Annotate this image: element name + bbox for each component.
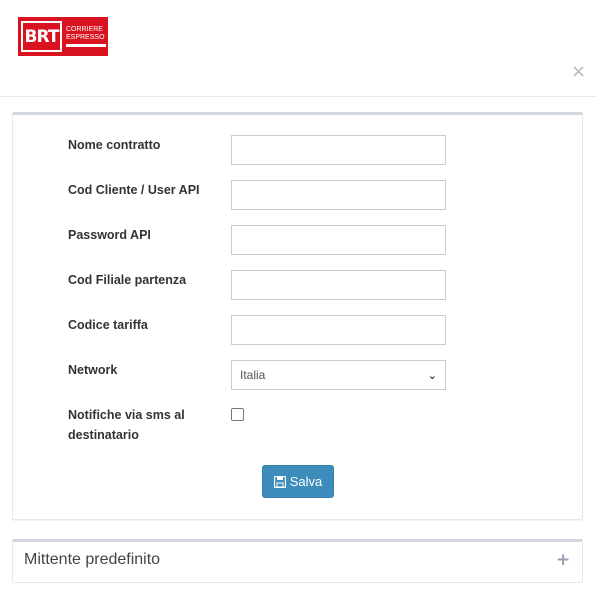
save-button[interactable]: Salva xyxy=(262,465,334,498)
expand-plus-icon[interactable]: + xyxy=(556,550,570,570)
brt-logo: BRT CORRIERE ESPRESSO xyxy=(18,17,108,56)
sender-panel[interactable]: Mittente predefinito + xyxy=(12,539,583,583)
sms-notification-checkbox[interactable] xyxy=(231,408,244,421)
label-cod-filiale: Cod Filiale partenza xyxy=(68,273,187,287)
cod-cliente-input[interactable] xyxy=(231,180,446,210)
nome-contratto-input[interactable] xyxy=(231,135,446,165)
sender-panel-title: Mittente predefinito xyxy=(24,551,161,568)
logo-text: CORRIERE ESPRESSO xyxy=(66,26,106,47)
label-cod-cliente: Cod Cliente / User API xyxy=(68,183,200,197)
label-notifiche-sms: Notifiche via sms al destinatario xyxy=(68,408,185,442)
floppy-disk-icon xyxy=(273,475,286,488)
codice-tariffa-input[interactable] xyxy=(231,315,446,345)
close-icon[interactable]: × xyxy=(571,61,586,82)
modal-header: BRT CORRIERE ESPRESSO × xyxy=(0,0,596,97)
logo-mark: BRT xyxy=(21,21,62,52)
network-selected-value: Italia xyxy=(240,368,266,382)
label-codice-tariffa: Codice tariffa xyxy=(68,318,148,332)
logo-line-1: CORRIERE xyxy=(66,26,103,33)
logo-bar xyxy=(66,44,106,47)
cod-filiale-input[interactable] xyxy=(231,270,446,300)
label-network: Network xyxy=(68,363,118,377)
label-nome-contratto: Nome contratto xyxy=(68,138,161,152)
logo-line-2: ESPRESSO xyxy=(66,34,105,41)
label-password-api: Password API xyxy=(68,228,151,242)
password-api-input[interactable] xyxy=(231,225,446,255)
save-button-label: Salva xyxy=(289,474,323,489)
network-select[interactable]: Italia ⌄ xyxy=(231,360,446,390)
chevron-down-icon: ⌄ xyxy=(427,368,437,382)
